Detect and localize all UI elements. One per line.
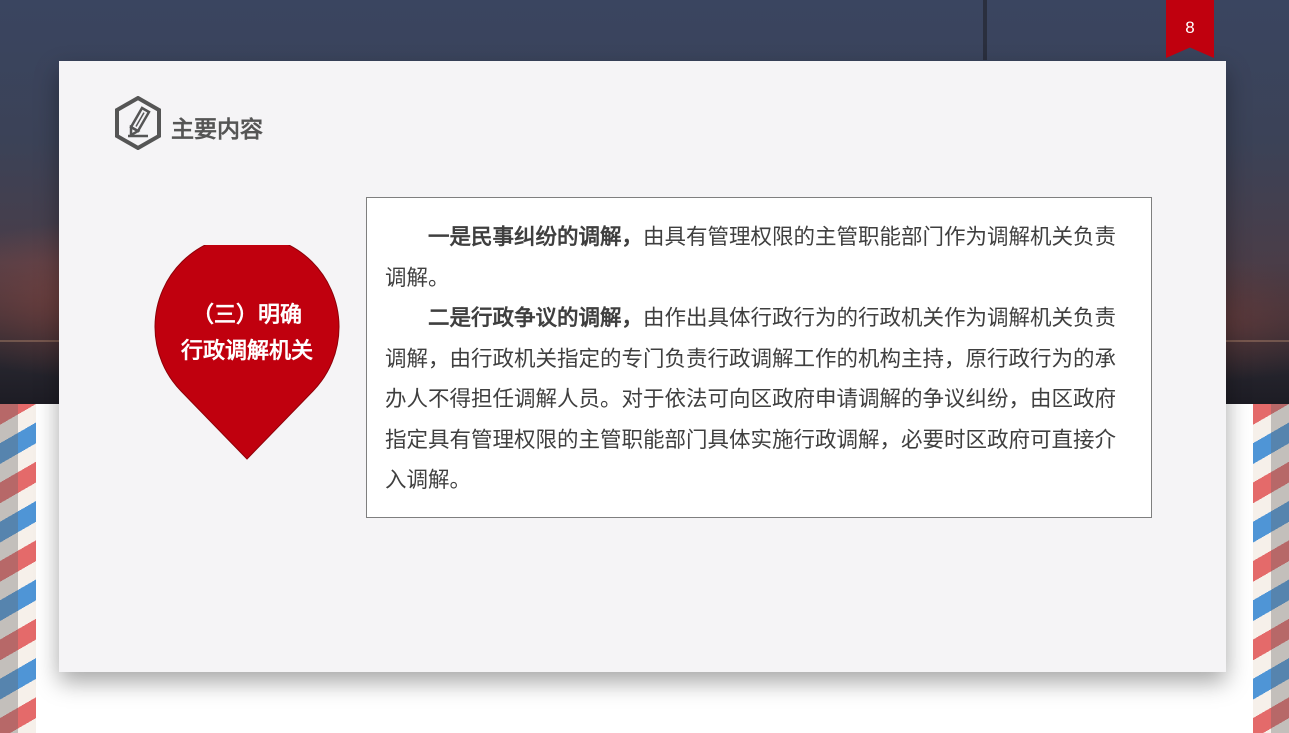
hexagon-pencil-icon <box>115 96 161 150</box>
paragraph-civil-dispute: 一是民事纠纷的调解，由具有管理权限的主管职能部门作为调解机关负责调解。 <box>385 218 1133 299</box>
paragraph-administrative-dispute-lead: 二是行政争议的调解， <box>428 306 644 331</box>
content-text-box: 一是民事纠纷的调解，由具有管理权限的主管职能部门作为调解机关负责调解。 二是行政… <box>366 197 1152 518</box>
airmail-stripes-left <box>0 404 36 733</box>
paragraph-administrative-dispute-body: 由作出具体行政行为的行政机关作为调解机关负责调解，由行政机关指定的专门负责行政调… <box>385 306 1117 493</box>
paragraph-civil-dispute-lead: 一是民事纠纷的调解， <box>428 225 644 250</box>
page-number: 8 <box>1185 18 1195 37</box>
pin-label-line1: （三）明确 <box>191 303 302 328</box>
section-title: 主要内容 <box>171 117 263 143</box>
tower-silhouette <box>983 0 987 60</box>
pin-label-line2: 行政调解机关 <box>180 339 313 364</box>
slide: 8 主要内容 （三）明确 行政调解机关 一是民事纠纷的调解，由具有管理权限的主管… <box>0 0 1289 733</box>
airmail-stripes-right <box>1253 404 1289 733</box>
paragraph-administrative-dispute: 二是行政争议的调解，由作出具体行政行为的行政机关作为调解机关负责调解，由行政机关… <box>385 299 1133 502</box>
pin-label: （三）明确 行政调解机关 <box>153 298 341 370</box>
